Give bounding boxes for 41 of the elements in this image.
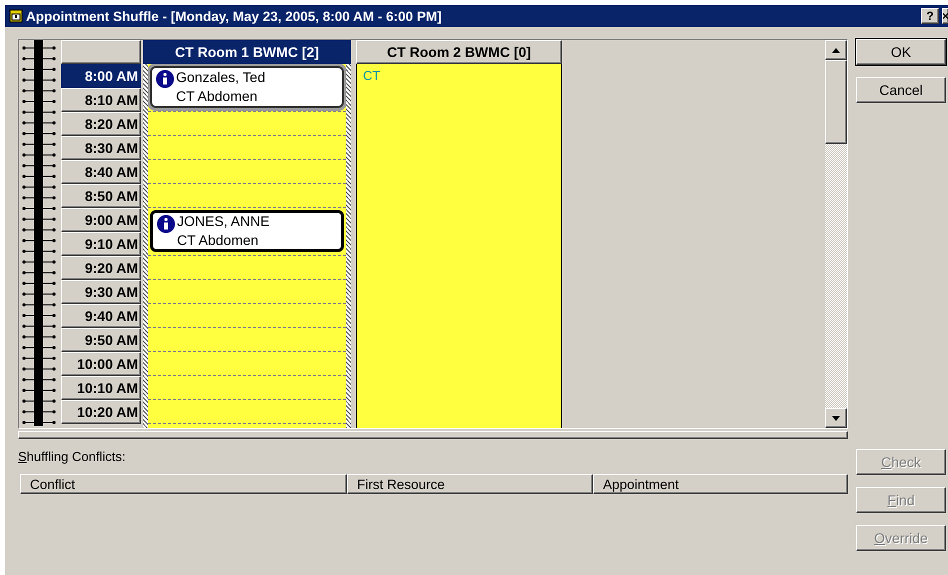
procedure-name: CT Abdomen [176, 87, 258, 106]
time-slot-label[interactable]: 9:50 AM [61, 328, 141, 352]
time-slot-label[interactable]: 8:40 AM [61, 160, 141, 184]
time-slot-label[interactable]: 10:10 AM [61, 376, 141, 400]
time-slot-label[interactable]: 10:00 AM [61, 352, 141, 376]
window-title: Appointment Shuffle - [Monday, May 23, 2005, 8:00 AM - 6:00 PM] [26, 8, 443, 24]
time-slot-label[interactable]: 9:20 AM [61, 256, 141, 280]
patient-name: JONES, ANNE [177, 212, 271, 231]
scroll-thumb[interactable] [825, 60, 847, 144]
appointment-card[interactable]: Gonzales, Ted CT Abdomen [150, 66, 344, 108]
info-icon [157, 215, 175, 233]
calendar-icon [9, 9, 23, 23]
time-slot-label[interactable]: 10:20 AM [61, 400, 141, 424]
time-slot-label[interactable]: 9:10 AM [61, 232, 141, 256]
horizontal-scrollbar[interactable] [18, 431, 848, 439]
time-slot-label[interactable]: 9:40 AM [61, 304, 141, 328]
time-slot-label[interactable]: 8:10 AM [61, 88, 141, 112]
time-slot-label[interactable]: 8:30 AM [61, 136, 141, 160]
time-slot-label[interactable]: 8:50 AM [61, 184, 141, 208]
procedure-name: CT Abdomen [177, 231, 260, 250]
column-header[interactable]: First Resource [347, 474, 593, 494]
scroll-down-icon[interactable] [832, 416, 840, 420]
column-header[interactable]: Conflict [20, 474, 347, 494]
column-header[interactable]: Appointment [593, 474, 848, 494]
column-label: CT [362, 67, 382, 85]
info-icon [156, 70, 174, 88]
vertical-scrollbar[interactable] [825, 40, 847, 428]
ok-button[interactable]: OK [856, 39, 946, 65]
cancel-button[interactable]: Cancel [856, 77, 946, 103]
close-button[interactable] [942, 8, 948, 24]
time-slot-label[interactable]: 9:00 AM [61, 208, 141, 232]
resource-column-header[interactable]: CT Room 1 BWMC [2] [143, 40, 351, 64]
help-button[interactable]: ? [921, 8, 939, 24]
scroll-up-icon[interactable] [832, 48, 840, 52]
time-slot-label[interactable]: 9:30 AM [61, 280, 141, 304]
time-slot-label[interactable]: 8:20 AM [61, 112, 141, 136]
appointment-card[interactable]: JONES, ANNE CT Abdomen [150, 210, 344, 252]
patient-name: Gonzales, Ted [176, 68, 266, 87]
resource-column-header[interactable]: CT Room 2 BWMC [0] [356, 40, 562, 64]
time-slot-label[interactable]: 8:00 AM [61, 64, 141, 88]
conflicts-label: Shuffling Conflicts: [18, 449, 126, 464]
